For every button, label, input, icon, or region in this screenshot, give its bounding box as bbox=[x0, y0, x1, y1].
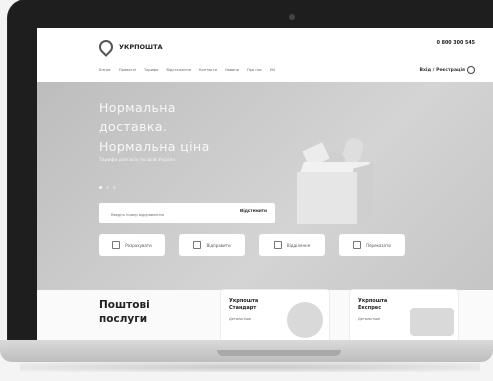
calculator-icon bbox=[112, 241, 121, 249]
hero-subtitle: Тарифи для всіх по всій Україні bbox=[99, 158, 176, 163]
service-row: Розрахувати Відправити Відділення Перека… bbox=[99, 234, 405, 256]
main-nav: Бізнес Приватні Тарифи Відстеження Конта… bbox=[99, 68, 275, 72]
nav-item-language[interactable]: EN bbox=[270, 68, 275, 72]
phone-number: 0 800 300 545 bbox=[436, 41, 475, 46]
service-branch[interactable]: Відділення bbox=[259, 234, 325, 256]
service-send[interactable]: Відправити bbox=[179, 234, 245, 256]
carousel-dot[interactable] bbox=[99, 186, 102, 189]
parcel-icon bbox=[193, 241, 202, 249]
truck-illustration-icon bbox=[410, 308, 454, 336]
tracking-box: Відстежити bbox=[99, 203, 275, 223]
card-note[interactable]: Детальніше bbox=[229, 317, 251, 321]
service-calculate[interactable]: Розрахувати bbox=[99, 234, 165, 256]
service-label: Відправити bbox=[206, 242, 231, 248]
card-title: Укрпошта Стандарт bbox=[229, 298, 259, 311]
laptop-mockup: УКРПОШТА 0 800 300 545 Бізнес Приватні Т… bbox=[0, 0, 493, 381]
hero-section: Нормальна доставка. Нормальна ціна Тариф… bbox=[37, 82, 493, 290]
site-logo[interactable]: УКРПОШТА bbox=[96, 37, 163, 57]
carousel-dot[interactable] bbox=[106, 186, 109, 189]
nav-item-about[interactable]: Про нас bbox=[247, 68, 262, 72]
service-label: Відділення bbox=[286, 242, 311, 248]
service-card-express[interactable]: Укрпошта Експрес Детальніше bbox=[350, 290, 458, 340]
service-label: Розрахувати bbox=[125, 242, 152, 248]
postal-services-section: Поштові послуги Укрпошта Стандарт Деталь… bbox=[37, 290, 493, 340]
money-icon bbox=[353, 241, 362, 249]
site-header: УКРПОШТА 0 800 300 545 Бізнес Приватні Т… bbox=[37, 28, 493, 82]
phone-contact[interactable]: 0 800 300 545 bbox=[436, 41, 475, 47]
camera-icon bbox=[289, 14, 295, 20]
carousel-dot[interactable] bbox=[113, 186, 116, 189]
card-note[interactable]: Детальніше bbox=[358, 317, 380, 321]
tracking-input[interactable] bbox=[109, 210, 223, 218]
user-icon bbox=[467, 66, 475, 74]
laptop-screen: УКРПОШТА 0 800 300 545 Бізнес Приватні Т… bbox=[37, 28, 493, 340]
hero-title-line1: Нормальна bbox=[99, 100, 176, 115]
account-text: Вхід / Реєстрація bbox=[419, 67, 465, 73]
hero-title-line2: доставка. bbox=[99, 119, 168, 135]
carousel-dots[interactable] bbox=[99, 186, 116, 189]
card-title: Укрпошта Експрес bbox=[358, 298, 388, 311]
logo-name: УКРПОШТА bbox=[119, 42, 163, 51]
hero-title: Нормальна доставка. Нормальна ціна bbox=[99, 98, 239, 156]
service-label: Переказати bbox=[366, 242, 391, 248]
service-card-standard[interactable]: Укрпошта Стандарт Детальніше bbox=[221, 290, 329, 340]
nav-item-tracking[interactable]: Відстеження bbox=[166, 68, 191, 72]
nav-item-private[interactable]: Приватні bbox=[119, 68, 136, 72]
hero-box-illustration bbox=[293, 136, 373, 226]
laptop-notch bbox=[217, 350, 341, 356]
account-link[interactable]: Вхід / Реєстрація bbox=[419, 66, 475, 74]
hero-title-line3: Нормальна ціна bbox=[99, 138, 210, 154]
location-pin-icon bbox=[96, 37, 116, 57]
nav-item-tariffs[interactable]: Тарифи bbox=[144, 68, 158, 72]
postal-services-title: Поштові послуги bbox=[99, 299, 150, 326]
location-icon bbox=[273, 241, 282, 249]
box-illustration-icon bbox=[287, 302, 323, 338]
nav-item-news[interactable]: Новини bbox=[225, 68, 239, 72]
track-button[interactable]: Відстежити bbox=[240, 209, 267, 214]
nav-item-contacts[interactable]: Контакти bbox=[199, 68, 217, 72]
nav-item-business[interactable]: Бізнес bbox=[99, 68, 111, 72]
service-transfer[interactable]: Переказати bbox=[339, 234, 405, 256]
laptop-shadow bbox=[20, 362, 480, 372]
